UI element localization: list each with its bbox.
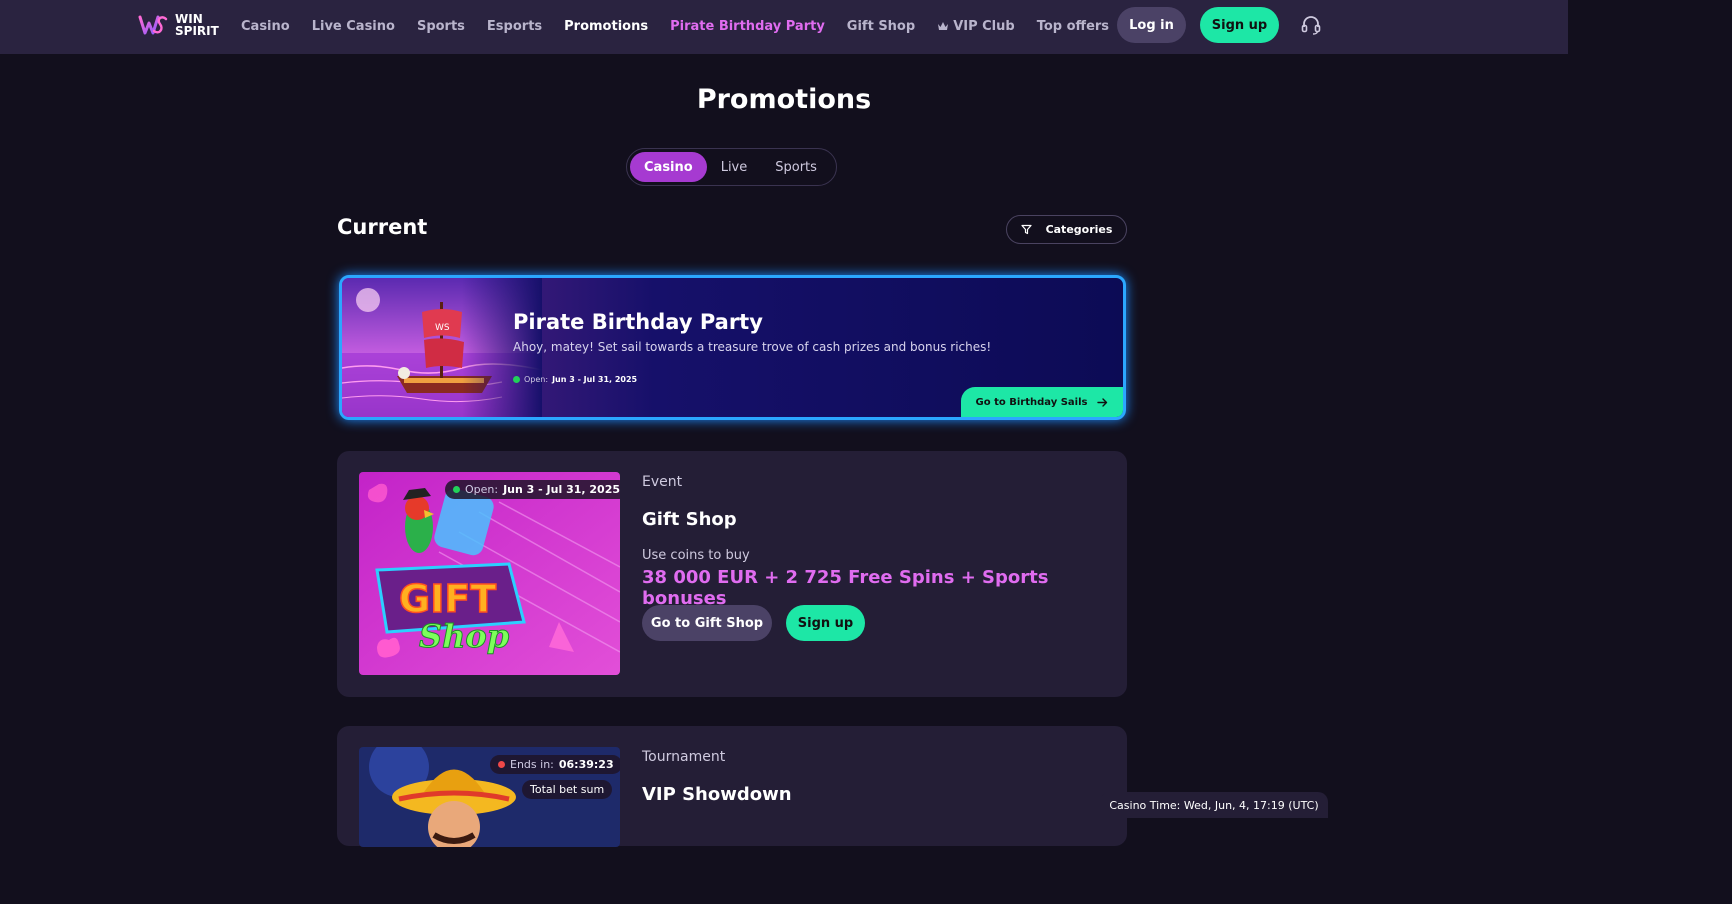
nav-vip-club-label: VIP Club (953, 18, 1015, 34)
gift-shop-image-gift: GIFT (399, 577, 496, 621)
card-signup-button[interactable]: Sign up (786, 605, 865, 641)
nav-vip-club[interactable]: VIP Club (937, 19, 1015, 34)
nav-top-offers[interactable]: Top offers (1037, 19, 1109, 34)
logo-icon (138, 15, 168, 35)
headset-icon[interactable] (1300, 14, 1322, 36)
promotion-tabs: Casino Live Sports (626, 148, 837, 186)
gift-shop-artwork: GIFT Shop (359, 472, 620, 675)
go-to-birthday-sails-button[interactable]: Go to Birthday Sails (961, 387, 1123, 417)
tab-sports[interactable]: Sports (761, 152, 831, 182)
promo-card-vip-showdown: Ends in: 06:39:23 Total bet sum Tourname… (337, 726, 1127, 847)
card-note: Use coins to buy (642, 548, 750, 563)
card-type: Event (642, 474, 683, 490)
nav-live-casino[interactable]: Live Casino (312, 19, 395, 34)
open-status-dot-icon (513, 376, 520, 383)
nav-esports[interactable]: Esports (487, 19, 542, 34)
hero-open-value: Jun 3 - Jul 31, 2025 (552, 375, 638, 384)
tab-casino[interactable]: Casino (630, 152, 707, 182)
nav-casino[interactable]: Casino (241, 19, 290, 34)
gift-shop-image-shop: Shop (419, 617, 509, 655)
hero-title: Pirate Birthday Party (513, 310, 763, 334)
categories-button[interactable]: Categories (1006, 215, 1127, 244)
badge-value: Jun 3 - Jul 31, 2025 (503, 483, 620, 496)
casino-time: Casino Time: Wed, Jun, 4, 17:19 (UTC) (1100, 792, 1328, 818)
countdown-value: 06:39:23 (558, 758, 614, 771)
pirate-birthday-banner[interactable]: WS Pirate Birthday Party Ahoy, matey! Se… (339, 275, 1126, 420)
section-title: Current (337, 215, 428, 239)
open-dates-badge: Open: Jun 3 - Jul 31, 2025 (445, 480, 620, 499)
vip-showdown-image[interactable]: Ends in: 06:39:23 Total bet sum (359, 747, 620, 847)
badge-label: Open: (465, 483, 499, 496)
open-status-dot-icon (453, 486, 460, 493)
top-navigation-bar: WIN SPIRIT Casino Live Casino Sports Esp… (0, 0, 1568, 54)
hero-open-label: Open: (524, 375, 549, 384)
ends-in-badge: Ends in: 06:39:23 (490, 755, 620, 774)
card-prize-highlight: 38 000 EUR + 2 725 Free Spins + Sports b… (642, 567, 1049, 609)
win-spirit-logo[interactable]: WIN SPIRIT (137, 9, 219, 41)
ends-status-dot-icon (498, 761, 505, 768)
hero-subtitle: Ahoy, matey! Set sail towards a treasure… (513, 340, 992, 354)
nav-gift-shop[interactable]: Gift Shop (847, 19, 915, 34)
hero-button-label: Go to Birthday Sails (975, 396, 1088, 408)
arrow-right-icon (1097, 397, 1108, 407)
card-title: Gift Shop (642, 509, 737, 530)
pirate-ship-image: WS (342, 278, 542, 417)
nav-promotions[interactable]: Promotions (564, 19, 648, 34)
main-nav: Casino Live Casino Sports Esports Promot… (241, 16, 1164, 36)
signup-button[interactable]: Sign up (1200, 7, 1279, 43)
nav-sports[interactable]: Sports (417, 19, 465, 34)
logo-text: WIN SPIRIT (175, 13, 219, 37)
categories-label: Categories (1045, 223, 1113, 236)
badge-label: Ends in: (510, 758, 554, 771)
go-to-gift-shop-button[interactable]: Go to Gift Shop (642, 605, 772, 641)
hero-open-dates: Open: Jun 3 - Jul 31, 2025 (513, 375, 637, 384)
promo-card-gift-shop: GIFT Shop Open: Jun 3 - Jul 31, 2025 Eve… (337, 451, 1127, 697)
page-title: Promotions (696, 84, 872, 115)
logo-line-2: SPIRIT (175, 24, 219, 38)
card-title: VIP Showdown (642, 784, 792, 805)
tab-live[interactable]: Live (707, 152, 762, 182)
filter-icon (1020, 224, 1032, 235)
gift-shop-image[interactable]: GIFT Shop Open: Jun 3 - Jul 31, 2025 (359, 472, 620, 675)
total-bet-sum-badge: Total bet sum (522, 780, 613, 799)
card-type: Tournament (642, 749, 726, 765)
nav-pirate-birthday-party[interactable]: Pirate Birthday Party (670, 19, 825, 34)
login-button[interactable]: Log in (1117, 7, 1186, 43)
crown-icon (938, 22, 949, 30)
